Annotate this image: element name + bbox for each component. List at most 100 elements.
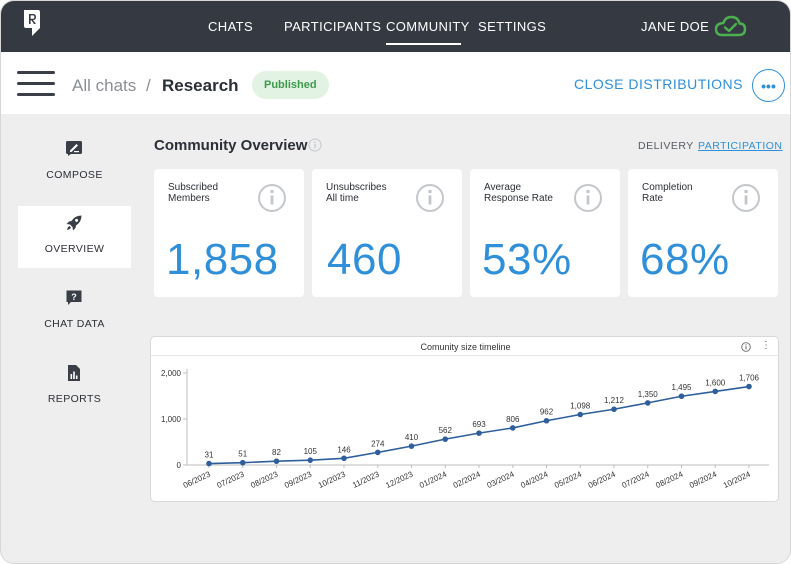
kpi-card-response-rate: Average Response Rate 53%: [470, 169, 620, 297]
x-tick-label: 12/2023: [384, 469, 415, 490]
data-label: 562: [439, 426, 453, 435]
data-label: 693: [472, 420, 486, 429]
data-label: 962: [540, 408, 554, 417]
hamburger-menu-icon[interactable]: [17, 71, 55, 99]
chat-data-icon: ?: [66, 290, 82, 305]
data-label: 1,706: [739, 374, 760, 383]
info-icon[interactable]: [573, 183, 603, 213]
info-icon[interactable]: [731, 183, 761, 213]
kpi-card-completion-rate: Completion Rate 68%: [628, 169, 778, 297]
sidebar-label-overview: OVERVIEW: [44, 243, 105, 255]
y-tick-label: 0: [177, 461, 182, 470]
data-point: [307, 457, 314, 463]
page-header: All chats / Research Published CLOSE DIS…: [1, 52, 790, 114]
data-label: 51: [238, 450, 247, 459]
section-title: Community Overview: [154, 137, 308, 154]
data-point: [746, 383, 752, 390]
data-point: [712, 388, 719, 395]
data-point: [678, 393, 685, 400]
kpi-value: 53%: [482, 235, 572, 284]
y-tick-label: 1,000: [161, 415, 182, 424]
tab-participation[interactable]: PARTICIPATION: [698, 140, 782, 152]
more-options-button[interactable]: •••: [752, 69, 785, 102]
info-icon[interactable]: [415, 183, 445, 213]
breadcrumb-current: Research: [162, 76, 239, 95]
x-tick-label: 07/2024: [621, 469, 652, 490]
data-label: 146: [337, 445, 351, 454]
x-tick-label: 10/2024: [722, 469, 753, 490]
data-label: 1,098: [570, 401, 591, 410]
nav-settings[interactable]: SETTINGS: [478, 19, 546, 34]
reports-icon: [68, 365, 80, 381]
sidebar-item-compose[interactable]: COMPOSE: [18, 132, 131, 194]
info-icon[interactable]: [257, 183, 287, 213]
user-name[interactable]: JANE DOE: [641, 19, 709, 34]
kpi-value: 460: [327, 235, 402, 284]
data-point: [509, 425, 516, 431]
kpi-label: Completion Rate: [642, 182, 693, 204]
kpi-label: Average Response Rate: [484, 182, 553, 204]
chart-menu-icon[interactable]: ⋮: [761, 340, 771, 351]
data-point: [408, 443, 415, 449]
sidebar-label-chat-data: CHAT DATA: [44, 318, 105, 330]
brand-logo-icon[interactable]: [23, 9, 41, 37]
x-tick-label: 03/2024: [486, 469, 517, 490]
nav-community[interactable]: COMMUNITY: [386, 19, 470, 34]
top-nav: CHATS PARTICIPANTS COMMUNITY SETTINGS JA…: [1, 1, 790, 52]
x-tick-label: 02/2024: [452, 469, 483, 490]
x-tick-label: 09/2023: [283, 469, 314, 490]
nav-active-indicator: [386, 43, 461, 45]
x-tick-label: 01/2024: [418, 469, 449, 490]
rocket-icon: [66, 215, 82, 231]
chart-canvas: 01,0002,00006/2023 07/2023 08/2023 09/2023 1…: [161, 369, 769, 490]
breadcrumb-all-chats[interactable]: All chats: [72, 76, 136, 96]
sidebar-item-reports[interactable]: REPORTS: [18, 356, 131, 418]
data-point: [611, 406, 617, 413]
data-point: [442, 436, 449, 442]
x-tick-label: 11/2023: [351, 469, 381, 489]
data-label: 82: [272, 448, 281, 457]
data-point: [476, 430, 482, 436]
sidebar-item-chat-data[interactable]: ? CHAT DATA: [18, 281, 131, 343]
x-tick-label: 10/2023: [317, 469, 348, 490]
data-point: [341, 455, 347, 462]
data-label: 31: [205, 451, 214, 460]
sidebar-item-overview[interactable]: OVERVIEW: [18, 206, 131, 268]
status-badge: Published: [252, 71, 329, 99]
x-tick-label: 04/2024: [519, 469, 550, 490]
data-label: 806: [506, 415, 520, 424]
kpi-card-unsubscribes: Unsubscribes All time 460: [312, 169, 462, 297]
x-tick-label: 05/2024: [553, 469, 584, 490]
tab-delivery[interactable]: DELIVERY: [638, 140, 694, 152]
cloud-sync-check-icon: [714, 15, 747, 37]
x-tick-label: 06/2023: [182, 469, 213, 490]
data-label: 1,600: [705, 378, 726, 387]
community-size-chart: 0 1,000 2,000 06/2023 07/2023 08/2023 09/2023 1…: [150, 336, 779, 502]
data-label: 105: [304, 447, 318, 456]
nav-chats[interactable]: CHATS: [208, 19, 253, 34]
data-point: [273, 458, 280, 465]
svg-text:?: ?: [71, 292, 77, 302]
info-icon[interactable]: [741, 342, 751, 352]
breadcrumb-separator: /: [146, 76, 151, 95]
data-point: [577, 411, 584, 418]
x-tick-label: 09/2024: [688, 469, 719, 490]
data-label: 274: [371, 439, 385, 448]
kpi-value: 1,858: [166, 235, 279, 284]
data-label: 410: [405, 433, 419, 442]
data-point: [239, 459, 246, 466]
x-tick-label: 07/2023: [216, 469, 247, 490]
data-label: 1,212: [604, 396, 625, 405]
x-tick-label: 08/2023: [249, 469, 280, 490]
chart-divider: [151, 355, 778, 356]
y-tick-label: 2,000: [161, 369, 182, 378]
compose-icon: [66, 141, 82, 156]
nav-participants[interactable]: PARTICIPANTS: [284, 19, 381, 34]
info-icon[interactable]: [308, 138, 322, 152]
x-tick-label: 08/2024: [654, 469, 685, 490]
close-distributions-button[interactable]: CLOSE DISTRIBUTIONS: [574, 76, 743, 92]
app-window: CHATS PARTICIPANTS COMMUNITY SETTINGS JA…: [0, 0, 791, 564]
data-point: [374, 449, 381, 456]
data-label: 1,350: [638, 390, 659, 399]
kpi-card-subscribed: Subscribed Members 1,858: [154, 169, 304, 297]
